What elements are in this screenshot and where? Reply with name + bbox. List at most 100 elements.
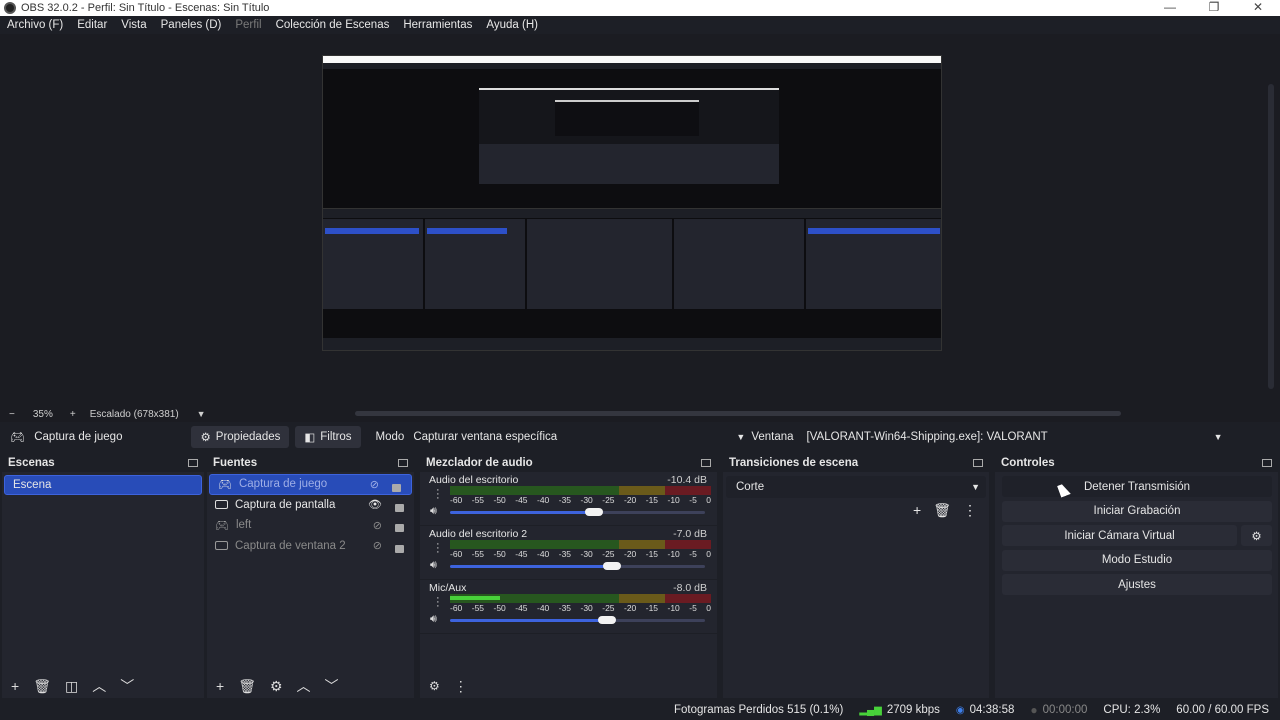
- transition-select[interactable]: Corte ▼: [726, 476, 986, 498]
- channel-menu-icon[interactable]: · · ·: [436, 593, 440, 612]
- meter-tick-label: -55: [471, 603, 485, 613]
- move-up-button[interactable]: ︿: [92, 676, 106, 696]
- menu-vista[interactable]: Vista: [121, 19, 146, 31]
- scale-dropdown-icon[interactable]: ▼: [197, 409, 206, 419]
- move-down-button[interactable]: ﹀: [325, 676, 339, 696]
- meter-tick-label: 0: [706, 603, 711, 613]
- volume-slider-knob[interactable]: [598, 616, 616, 624]
- controls-title: Controles: [1001, 457, 1055, 469]
- scene-item[interactable]: Escena: [4, 475, 202, 495]
- speaker-icon[interactable]: 🔊︎: [430, 505, 437, 518]
- transition-menu-icon[interactable]: ⋮: [963, 502, 977, 519]
- remove-transition-button[interactable]: 🗑︎: [933, 502, 951, 519]
- volume-slider-knob[interactable]: [603, 562, 621, 570]
- zoom-in-button[interactable]: +: [70, 409, 76, 420]
- lock-icon[interactable]: [392, 484, 401, 492]
- remove-scene-button[interactable]: 🗑︎: [33, 678, 51, 695]
- source-item[interactable]: Captura de pantalla 👁︎: [207, 495, 414, 516]
- source-item[interactable]: 🎮︎ Captura de juego ⊘: [209, 474, 412, 495]
- add-transition-button[interactable]: +: [913, 502, 921, 519]
- meter-tick-label: -10: [667, 549, 680, 559]
- undock-icon[interactable]: [1262, 459, 1272, 467]
- add-source-button[interactable]: +: [216, 678, 224, 694]
- start-recording-button[interactable]: Iniciar Grabación: [1002, 500, 1272, 522]
- start-virtual-camera-button[interactable]: Iniciar Cámara Virtual: [1002, 525, 1237, 546]
- scene-filters-button[interactable]: ◫: [65, 678, 78, 695]
- speaker-icon[interactable]: 🔊︎: [430, 613, 437, 626]
- source-item[interactable]: Captura de ventana 2 ⊘: [207, 536, 414, 557]
- filters-button[interactable]: ◧ Filtros: [295, 426, 361, 448]
- channel-db: -8.0 dB: [673, 582, 707, 594]
- mixer-menu-icon[interactable]: ⋮: [454, 678, 468, 695]
- sources-title: Fuentes: [213, 457, 258, 469]
- chevron-down-icon: ▼: [971, 482, 980, 492]
- source-item[interactable]: 🎮︎ left ⊘: [207, 515, 414, 536]
- lock-icon[interactable]: [395, 503, 404, 512]
- menu-ayuda[interactable]: Ayuda (H): [486, 19, 538, 31]
- hidden-eye-icon[interactable]: ⊘: [373, 519, 382, 532]
- close-icon[interactable]: ✕: [1236, 0, 1280, 16]
- meter-tick-label: -50: [493, 495, 506, 505]
- lock-icon[interactable]: [395, 524, 404, 532]
- zoom-out-button[interactable]: −: [9, 409, 15, 420]
- menu-paneles[interactable]: Paneles (D): [161, 19, 222, 31]
- remove-source-button[interactable]: 🗑︎: [238, 678, 256, 695]
- zoom-level: 35%: [32, 408, 53, 420]
- move-up-button[interactable]: ︿: [297, 676, 311, 696]
- meter-tick-label: -55: [471, 549, 485, 559]
- menu-editar[interactable]: Editar: [77, 19, 107, 31]
- lock-icon[interactable]: [395, 544, 404, 553]
- undock-icon[interactable]: [188, 459, 198, 467]
- volume-slider-knob[interactable]: [585, 508, 603, 516]
- source-properties-button[interactable]: ⚙: [270, 678, 283, 695]
- add-scene-button[interactable]: +: [11, 678, 19, 694]
- audio-mixer-dock: Mezclador de audio Audio del escritorio …: [420, 454, 717, 698]
- hidden-eye-icon[interactable]: ⊘: [373, 539, 382, 552]
- channel-menu-icon[interactable]: · · ·: [436, 539, 440, 558]
- move-down-button[interactable]: ﹀: [120, 676, 134, 696]
- restore-icon[interactable]: ❐: [1192, 0, 1236, 16]
- meter-ticks: -60 -55 -50 -45 -40 -35 -30 -25 -20 -15 -10 -5 0: [450, 495, 711, 505]
- record-time: 00:00:00: [1042, 704, 1088, 716]
- chevron-down-icon: ▼: [1213, 432, 1223, 442]
- window-select[interactable]: [VALORANT-Win64-Shipping.exe]: VALORANT …: [801, 426, 1229, 448]
- meter-tick-label: -20: [624, 549, 637, 559]
- menu-herramientas[interactable]: Herramientas: [403, 19, 472, 31]
- menu-perfil[interactable]: Perfil: [235, 19, 261, 31]
- eye-icon[interactable]: 👁︎: [368, 498, 382, 511]
- meter-ticks: -60 -55 -50 -45 -40 -35 -30 -25 -20 -15 -10 -5 0: [450, 603, 711, 613]
- menu-coleccion[interactable]: Colección de Escenas: [276, 19, 390, 31]
- transitions-title: Transiciones de escena: [729, 457, 859, 469]
- virtual-camera-settings-icon[interactable]: ⚙: [1241, 525, 1272, 546]
- mixer-title: Mezclador de audio: [426, 457, 533, 469]
- mode-label: Modo: [375, 431, 405, 443]
- meter-tick-label: 0: [706, 495, 711, 505]
- undock-icon[interactable]: [701, 459, 711, 467]
- bitrate: 2709 kbps: [886, 704, 940, 716]
- channel-name: Mic/Aux: [429, 582, 467, 594]
- menu-archivo[interactable]: Archivo (F): [7, 19, 63, 31]
- chevron-down-icon: ▼: [736, 432, 746, 442]
- volume-slider-track[interactable]: [611, 565, 705, 568]
- filter-icon: ◧: [304, 432, 316, 444]
- properties-button[interactable]: ⚙ Propiedades: [191, 426, 290, 448]
- monitor-icon: [215, 500, 228, 510]
- undock-icon[interactable]: [973, 459, 983, 467]
- hidden-eye-icon[interactable]: ⊘: [370, 478, 379, 491]
- volume-slider-fill: [450, 565, 611, 568]
- preview-horizontal-scrollbar[interactable]: [355, 411, 1121, 416]
- speaker-icon[interactable]: 🔊︎: [430, 559, 437, 572]
- mode-select[interactable]: Capturar ventana específica ▼: [407, 426, 749, 448]
- stop-stream-button[interactable]: Detener Transmisión: [1002, 476, 1272, 497]
- settings-button[interactable]: Ajustes: [1002, 574, 1272, 595]
- studio-mode-button[interactable]: Modo Estudio: [1002, 549, 1272, 571]
- selected-source-name: Captura de juego: [34, 431, 123, 443]
- volume-slider-track[interactable]: [606, 619, 705, 622]
- undock-icon[interactable]: [398, 459, 408, 467]
- volume-slider-track[interactable]: [593, 511, 705, 514]
- minimize-icon[interactable]: —: [1148, 0, 1192, 16]
- preview-vertical-scrollbar[interactable]: [1268, 84, 1274, 389]
- meter-tick-label: -25: [602, 495, 615, 505]
- advanced-audio-icon[interactable]: ⚙: [429, 679, 440, 693]
- channel-menu-icon[interactable]: · · ·: [436, 485, 440, 504]
